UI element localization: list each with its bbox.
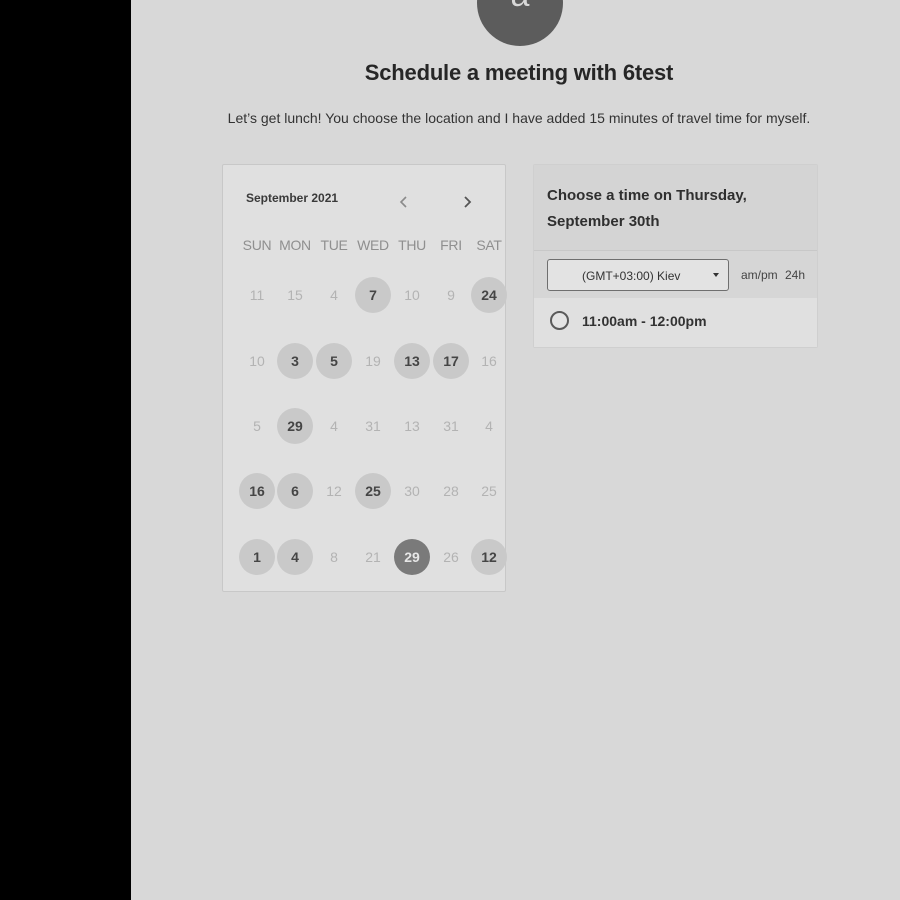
calendar-day[interactable]: 6: [277, 473, 313, 509]
calendar-day: 10: [404, 287, 420, 303]
calendar-day: 31: [365, 418, 381, 434]
caret-down-icon: [713, 273, 719, 277]
calendar-day[interactable]: 16: [239, 473, 275, 509]
calendar-day: 28: [443, 483, 459, 499]
weekday-label: TUE: [320, 237, 348, 253]
calendar-day[interactable]: 5: [316, 343, 352, 379]
weekday-header-row: SUN MON TUE WED THU FRI SAT: [223, 237, 507, 257]
calendar-day: 4: [330, 418, 338, 434]
calendar-day: 25: [481, 483, 497, 499]
calendar-card: September 2021 SUN MON TUE WED THU FRI SAT 11 1…: [222, 164, 507, 592]
chevron-left-icon: [399, 196, 407, 208]
calendar-day[interactable]: 4: [277, 539, 313, 575]
calendar-day: 4: [485, 418, 493, 434]
calendar-day[interactable]: 25: [355, 473, 391, 509]
calendar-day-selected[interactable]: 29: [394, 539, 430, 575]
calendar-day[interactable]: 29: [277, 408, 313, 444]
calendar-day: 15: [287, 287, 303, 303]
timezone-select[interactable]: (GMT+03:00) Kiev: [547, 259, 729, 291]
weekday-label: SAT: [476, 237, 502, 253]
previous-month-button[interactable]: [393, 191, 415, 213]
weekday-label: WED: [357, 237, 389, 253]
calendar-day: 19: [365, 353, 381, 369]
calendar-day[interactable]: 13: [394, 343, 430, 379]
calendar-day: 10: [249, 353, 265, 369]
calendar-day[interactable]: 3: [277, 343, 313, 379]
calendar-day: 13: [404, 418, 420, 434]
calendar-day: 26: [443, 549, 459, 565]
scheduling-page: a Schedule a meeting with 6test Let’s ge…: [131, 0, 900, 900]
calendar-day[interactable]: 24: [471, 277, 507, 313]
avatar-letter: a: [511, 0, 530, 12]
time-panel-title: Choose a time on Thursday, September 30t…: [547, 187, 747, 230]
weekday-label: MON: [279, 237, 311, 253]
calendar-day[interactable]: 7: [355, 277, 391, 313]
format-24h-toggle[interactable]: 24h: [785, 268, 805, 282]
calendar-day: 21: [365, 549, 381, 565]
calendar-day: 12: [326, 483, 342, 499]
calendar-day: 5: [253, 418, 261, 434]
calendar-day[interactable]: 1: [239, 539, 275, 575]
calendar-day: 8: [330, 549, 338, 565]
time-selection-card: Choose a time on Thursday, September 30t…: [533, 164, 818, 348]
radio-icon[interactable]: [550, 311, 569, 330]
time-slot-label: 11:00am - 12:00pm: [582, 313, 707, 329]
calendar-day[interactable]: 12: [471, 539, 507, 575]
calendar-month-label: September 2021: [246, 191, 339, 205]
time-slot[interactable]: 11:00am - 12:00pm: [534, 299, 817, 347]
next-month-button[interactable]: [456, 191, 478, 213]
calendar-day: 30: [404, 483, 420, 499]
meeting-description: Let’s get lunch! You choose the location…: [227, 110, 811, 126]
page-title: Schedule a meeting with 6test: [364, 60, 674, 85]
avatar: a: [477, 0, 563, 46]
chevron-right-icon: [464, 196, 472, 208]
calendar-day: 11: [249, 287, 265, 303]
timezone-row: (GMT+03:00) Kiev am/pm 24h: [534, 251, 817, 298]
format-ampm-toggle[interactable]: am/pm: [741, 268, 778, 282]
calendar-day: 4: [330, 287, 338, 303]
calendar-day: 31: [443, 418, 459, 434]
calendar-day: 16: [481, 353, 497, 369]
weekday-label: SUN: [242, 237, 272, 253]
calendar-day[interactable]: 17: [433, 343, 469, 379]
timezone-value: (GMT+03:00) Kiev: [582, 269, 681, 283]
calendar-day: 9: [447, 287, 455, 303]
time-panel-header: Choose a time on Thursday, September 30t…: [534, 165, 817, 251]
weekday-label: FRI: [440, 237, 462, 253]
weekday-label: THU: [398, 237, 426, 253]
